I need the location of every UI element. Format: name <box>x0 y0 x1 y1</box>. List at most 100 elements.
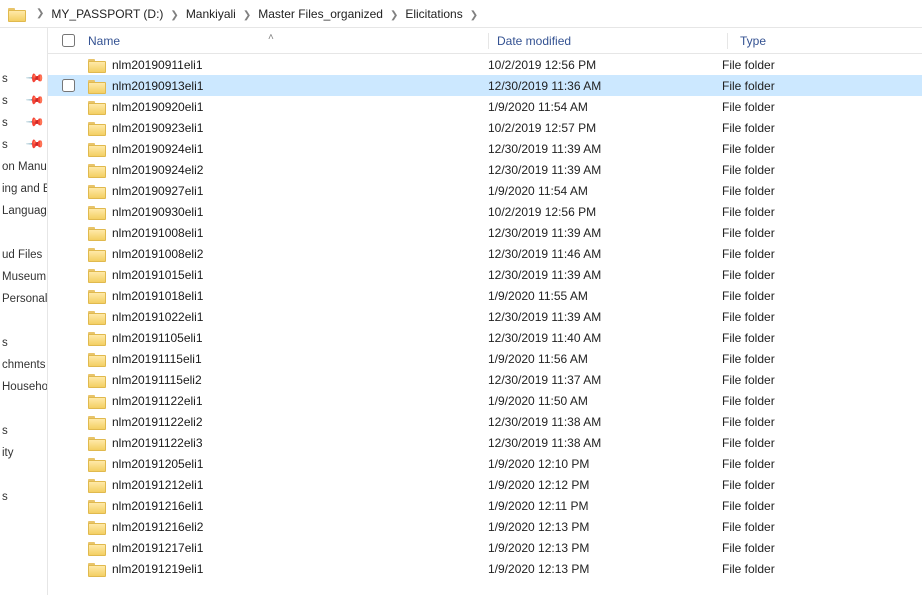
table-row[interactable]: nlm20191219eli11/9/2020 12:13 PMFile fol… <box>48 558 922 579</box>
row-type-cell: File folder <box>718 121 922 135</box>
table-row[interactable]: nlm20190923eli110/2/2019 12:57 PMFile fo… <box>48 117 922 138</box>
row-name-cell[interactable]: nlm20190930eli1 <box>88 205 488 219</box>
breadcrumb-item[interactable]: Elicitations <box>404 7 463 21</box>
sidebar-item-label: ing and B <box>2 183 48 195</box>
sidebar-item[interactable]: ity <box>0 442 47 464</box>
pin-icon: 📌 <box>25 134 45 154</box>
table-row[interactable]: nlm20190913eli112/30/2019 11:36 AMFile f… <box>48 75 922 96</box>
table-row[interactable]: nlm20191115eli11/9/2020 11:56 AMFile fol… <box>48 348 922 369</box>
table-row[interactable]: nlm20191018eli11/9/2020 11:55 AMFile fol… <box>48 285 922 306</box>
row-type-cell: File folder <box>718 457 922 471</box>
row-name-cell[interactable]: nlm20191022eli1 <box>88 310 488 324</box>
column-header-name[interactable]: Name ˄ <box>88 34 488 48</box>
table-row[interactable]: nlm20191015eli112/30/2019 11:39 AMFile f… <box>48 264 922 285</box>
row-name-cell[interactable]: nlm20191216eli1 <box>88 499 488 513</box>
row-date-cell: 10/2/2019 12:57 PM <box>488 121 718 135</box>
table-row[interactable]: nlm20190927eli11/9/2020 11:54 AMFile fol… <box>48 180 922 201</box>
row-name-cell[interactable]: nlm20190924eli2 <box>88 163 488 177</box>
chevron-right-icon[interactable]: ❯ <box>30 8 50 19</box>
row-name-cell[interactable]: nlm20190911eli1 <box>88 58 488 72</box>
table-row[interactable]: nlm20190924eli112/30/2019 11:39 AMFile f… <box>48 138 922 159</box>
sidebar-item[interactable]: s📌 <box>0 90 47 112</box>
breadcrumb-item[interactable]: MY_PASSPORT (D:) <box>50 7 164 21</box>
row-date-cell: 12/30/2019 11:38 AM <box>488 415 718 429</box>
row-name-cell[interactable]: nlm20191219eli1 <box>88 562 488 576</box>
table-row[interactable]: nlm20191122eli212/30/2019 11:38 AMFile f… <box>48 411 922 432</box>
table-row[interactable]: nlm20191122eli11/9/2020 11:50 AMFile fol… <box>48 390 922 411</box>
sidebar-item[interactable]: s📌 <box>0 112 47 134</box>
table-row[interactable]: nlm20191022eli112/30/2019 11:39 AMFile f… <box>48 306 922 327</box>
chevron-right-icon[interactable]: ❯ <box>464 10 484 21</box>
row-checkbox[interactable] <box>48 76 88 95</box>
sidebar-item[interactable]: Language <box>0 200 47 222</box>
row-name-cell[interactable]: nlm20191008eli1 <box>88 226 488 240</box>
table-row[interactable]: nlm20191115eli212/30/2019 11:37 AMFile f… <box>48 369 922 390</box>
chevron-right-icon[interactable]: ❯ <box>164 10 184 21</box>
sidebar-item[interactable]: s📌 <box>0 134 47 156</box>
row-name-cell[interactable]: nlm20191105eli1 <box>88 331 488 345</box>
sidebar-item[interactable] <box>0 464 47 486</box>
sidebar-item-label: s <box>2 73 8 85</box>
row-type-cell: File folder <box>718 352 922 366</box>
row-name-cell[interactable]: nlm20190913eli1 <box>88 79 488 93</box>
row-name-cell[interactable]: nlm20191115eli1 <box>88 352 488 366</box>
sidebar-item[interactable] <box>0 398 47 420</box>
row-name-cell[interactable]: nlm20191122eli1 <box>88 394 488 408</box>
table-row[interactable]: nlm20190924eli212/30/2019 11:39 AMFile f… <box>48 159 922 180</box>
table-row[interactable]: nlm20191122eli312/30/2019 11:38 AMFile f… <box>48 432 922 453</box>
sidebar-item[interactable]: Museum <box>0 266 47 288</box>
row-name-cell[interactable]: nlm20190924eli1 <box>88 142 488 156</box>
row-name-cell[interactable]: nlm20191015eli1 <box>88 268 488 282</box>
row-name-cell[interactable]: nlm20191212eli1 <box>88 478 488 492</box>
sidebar-item[interactable] <box>0 310 47 332</box>
table-row[interactable]: nlm20191216eli21/9/2020 12:13 PMFile fol… <box>48 516 922 537</box>
chevron-right-icon[interactable]: ❯ <box>384 10 404 21</box>
row-type-cell: File folder <box>718 310 922 324</box>
table-row[interactable]: nlm20191008eli212/30/2019 11:46 AMFile f… <box>48 243 922 264</box>
select-all-checkbox[interactable] <box>48 31 88 50</box>
row-name-cell[interactable]: nlm20190920eli1 <box>88 100 488 114</box>
row-name-cell[interactable]: nlm20191216eli2 <box>88 520 488 534</box>
column-header-type-label: Type <box>740 34 766 48</box>
address-bar[interactable]: ❯ MY_PASSPORT (D:)❯Mankiyali❯Master File… <box>0 0 922 28</box>
sidebar-item[interactable] <box>0 222 47 244</box>
table-row[interactable]: nlm20190920eli11/9/2020 11:54 AMFile fol… <box>48 96 922 117</box>
row-name-cell[interactable]: nlm20191018eli1 <box>88 289 488 303</box>
row-name-cell[interactable]: nlm20191122eli2 <box>88 415 488 429</box>
sidebar-item[interactable]: s <box>0 486 47 508</box>
sidebar-item[interactable]: s <box>0 420 47 442</box>
table-row[interactable]: nlm20191212eli11/9/2020 12:12 PMFile fol… <box>48 474 922 495</box>
table-row[interactable]: nlm20191217eli11/9/2020 12:13 PMFile fol… <box>48 537 922 558</box>
column-header-type[interactable]: Type <box>736 34 922 48</box>
column-header-date[interactable]: Date modified <box>497 34 727 48</box>
sidebar-item[interactable]: s <box>0 332 47 354</box>
navigation-pane[interactable]: s📌s📌s📌s📌on Manuing and BLanguageud Files… <box>0 28 48 595</box>
chevron-right-icon[interactable]: ❯ <box>237 10 257 21</box>
table-row[interactable]: nlm20191216eli11/9/2020 12:11 PMFile fol… <box>48 495 922 516</box>
sidebar-item[interactable]: Personal <box>0 288 47 310</box>
sidebar-item[interactable]: s📌 <box>0 68 47 90</box>
row-name-cell[interactable]: nlm20191008eli2 <box>88 247 488 261</box>
table-row[interactable]: nlm20191008eli112/30/2019 11:39 AMFile f… <box>48 222 922 243</box>
sidebar-item[interactable]: chments <box>0 354 47 376</box>
column-separator[interactable] <box>727 33 728 49</box>
row-name-cell[interactable]: nlm20190927eli1 <box>88 184 488 198</box>
row-type-cell: File folder <box>718 499 922 513</box>
sidebar-item[interactable]: on Manu <box>0 156 47 178</box>
row-name-cell[interactable]: nlm20191115eli2 <box>88 373 488 387</box>
row-name-cell[interactable]: nlm20191217eli1 <box>88 541 488 555</box>
table-row[interactable]: nlm20190930eli110/2/2019 12:56 PMFile fo… <box>48 201 922 222</box>
breadcrumb-item[interactable]: Mankiyali <box>185 7 237 21</box>
row-name-cell[interactable]: nlm20190923eli1 <box>88 121 488 135</box>
row-name-cell[interactable]: nlm20191205eli1 <box>88 457 488 471</box>
sidebar-item-label: ity <box>2 447 14 459</box>
table-row[interactable]: nlm20191205eli11/9/2020 12:10 PMFile fol… <box>48 453 922 474</box>
sidebar-item[interactable]: ud Files <box>0 244 47 266</box>
table-row[interactable]: nlm20190911eli110/2/2019 12:56 PMFile fo… <box>48 54 922 75</box>
sidebar-item[interactable]: ing and B <box>0 178 47 200</box>
row-name-cell[interactable]: nlm20191122eli3 <box>88 436 488 450</box>
breadcrumb-item[interactable]: Master Files_organized <box>257 7 384 21</box>
table-row[interactable]: nlm20191105eli112/30/2019 11:40 AMFile f… <box>48 327 922 348</box>
column-separator[interactable] <box>488 33 489 49</box>
sidebar-item[interactable]: Household <box>0 376 47 398</box>
